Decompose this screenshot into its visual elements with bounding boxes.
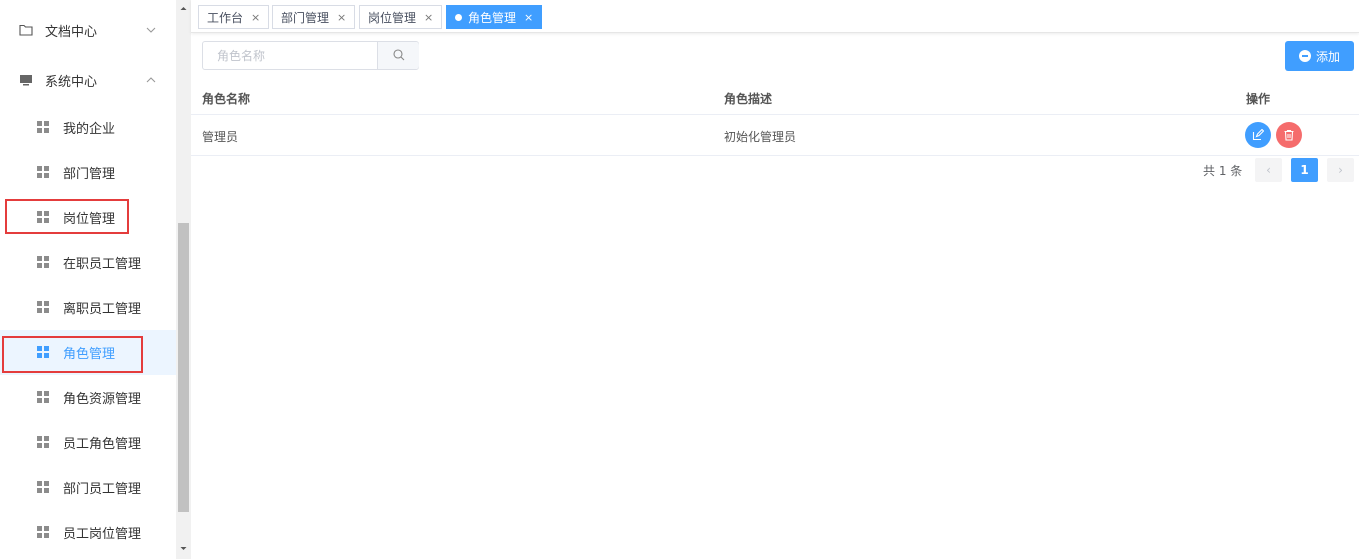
role-name-search-input[interactable]: [203, 42, 378, 69]
close-icon[interactable]: ×: [337, 11, 346, 24]
tab-bar: 工作台 × 部门管理 × 岗位管理 × 角色管理 ×: [191, 0, 1359, 33]
column-header-role-name: 角色名称: [202, 92, 251, 106]
tab-label: 工作台: [207, 10, 244, 25]
sidebar-item-label: 离职员工管理: [63, 302, 142, 317]
table-header: 角色名称 角色描述 操作: [191, 80, 1359, 115]
tab-roles[interactable]: 角色管理 ×: [446, 5, 543, 29]
sidebar-group-docs[interactable]: 文档中心: [0, 10, 176, 50]
sidebar: 文档中心 系统中心 我的企业 部门管理 岗位管理 在职员工管理 离职员工管理 角…: [0, 0, 176, 559]
grid-icon: [37, 526, 50, 539]
next-page-button[interactable]: ›: [1327, 158, 1354, 182]
cell-role-name: 管理员: [202, 130, 239, 144]
sidebar-item-role-resources[interactable]: 角色资源管理: [0, 375, 176, 420]
edit-button[interactable]: [1245, 122, 1271, 148]
pagination-total: 共 1 条: [1203, 164, 1243, 178]
table-row: 管理员 初始化管理员: [191, 115, 1359, 156]
sidebar-item-active-employees[interactable]: 在职员工管理: [0, 240, 176, 285]
add-button-label: 添加: [1315, 49, 1340, 64]
page-number-button[interactable]: 1: [1291, 158, 1318, 182]
tab-label: 部门管理: [281, 10, 330, 25]
tab-workbench[interactable]: 工作台 ×: [198, 5, 270, 29]
grid-icon: [37, 256, 50, 269]
delete-button[interactable]: [1276, 122, 1302, 148]
scroll-down-arrow-icon[interactable]: [176, 543, 191, 555]
tab-label: 岗位管理: [368, 10, 417, 25]
close-icon[interactable]: ×: [524, 11, 533, 24]
sidebar-item-label: 部门管理: [63, 167, 116, 182]
sidebar-item-label: 员工角色管理: [63, 437, 142, 452]
edit-icon: [1252, 129, 1264, 141]
trash-icon: [1284, 129, 1294, 141]
sidebar-group-system[interactable]: 系统中心: [0, 60, 176, 100]
column-header-actions: 操作: [1246, 92, 1271, 106]
folder-icon: [19, 23, 33, 37]
prev-page-button[interactable]: ‹: [1255, 158, 1282, 182]
sidebar-group-label: 文档中心: [45, 25, 98, 40]
sidebar-item-employee-positions[interactable]: 员工岗位管理: [0, 510, 176, 555]
search-button[interactable]: [377, 42, 419, 69]
highlight-box-position: [5, 199, 129, 234]
close-icon[interactable]: ×: [424, 11, 433, 24]
column-header-role-description: 角色描述: [724, 92, 773, 106]
highlight-box-roles: [2, 336, 143, 373]
sidebar-item-department-employees[interactable]: 部门员工管理: [0, 465, 176, 510]
search-box: [202, 41, 419, 70]
grid-icon: [37, 391, 50, 404]
search-icon: [393, 49, 405, 61]
active-dot-icon: [455, 13, 462, 21]
chevron-down-icon: [145, 24, 157, 36]
grid-icon: [37, 301, 50, 314]
grid-icon: [37, 166, 50, 179]
sidebar-item-label: 员工岗位管理: [63, 527, 142, 542]
sidebar-item-label: 部门员工管理: [63, 482, 142, 497]
chevron-up-icon: [145, 74, 157, 86]
sidebar-item-employee-roles[interactable]: 员工角色管理: [0, 420, 176, 465]
scrollbar-thumb[interactable]: [178, 223, 189, 512]
chevron-right-icon: ›: [1338, 163, 1343, 177]
tab-position[interactable]: 岗位管理 ×: [359, 5, 443, 29]
grid-icon: [37, 121, 50, 134]
scroll-up-arrow-icon[interactable]: [176, 2, 191, 14]
sidebar-item-label: 我的企业: [63, 122, 116, 137]
sidebar-item-label: 在职员工管理: [63, 257, 142, 272]
grid-icon: [37, 481, 50, 494]
cell-role-description: 初始化管理员: [724, 130, 797, 144]
close-icon[interactable]: ×: [251, 11, 260, 24]
add-button[interactable]: 添加: [1285, 41, 1354, 71]
circle-plus-icon: [1298, 50, 1311, 62]
chevron-left-icon: ‹: [1266, 163, 1271, 177]
monitor-icon: [19, 73, 33, 87]
sidebar-item-my-company[interactable]: 我的企业: [0, 105, 176, 150]
tab-department[interactable]: 部门管理 ×: [272, 5, 356, 29]
sidebar-item-former-employees[interactable]: 离职员工管理: [0, 285, 176, 330]
tab-label: 角色管理: [468, 10, 517, 25]
sidebar-item-department[interactable]: 部门管理: [0, 150, 176, 195]
sidebar-group-label: 系统中心: [45, 75, 98, 90]
sidebar-item-label: 角色资源管理: [63, 392, 142, 407]
grid-icon: [37, 436, 50, 449]
